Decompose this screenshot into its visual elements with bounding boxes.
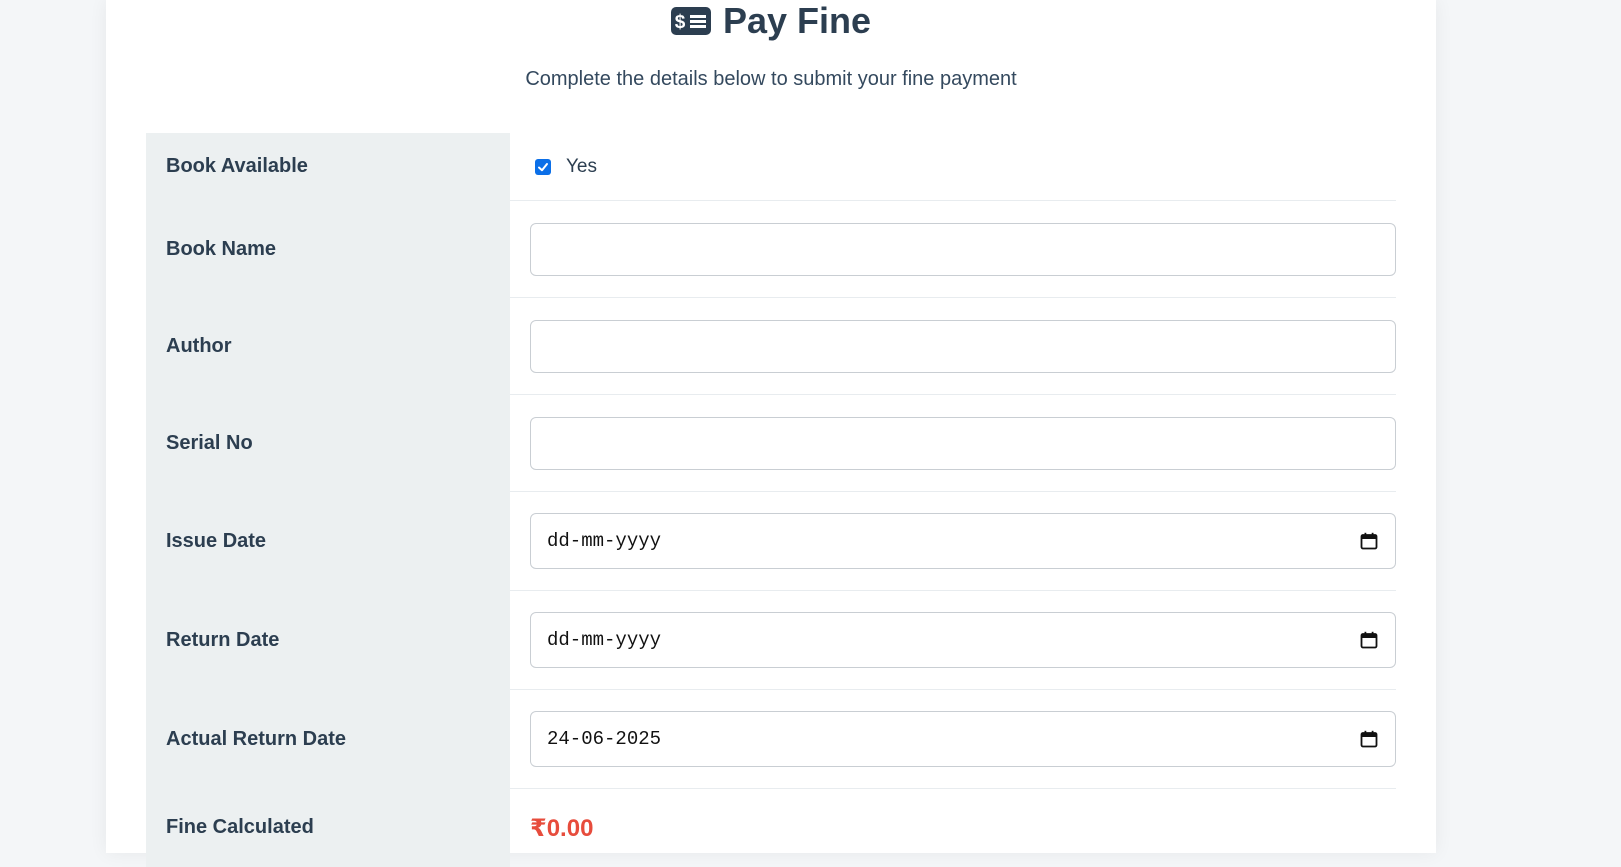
svg-text:$: $: [675, 12, 686, 33]
calendar-icon[interactable]: [1359, 630, 1379, 650]
page-subtitle: Complete the details below to submit you…: [106, 68, 1436, 91]
actual-return-date-input[interactable]: 24-06-2025: [530, 711, 1396, 767]
form-row-fine-calculated: Fine Calculated ₹0.00: [146, 789, 1396, 867]
form-row-issue-date: Issue Date dd-mm-yyyy: [146, 492, 1396, 591]
form-row-book-name: Book Name: [146, 201, 1396, 298]
fine-amount: ₹0.00: [530, 815, 593, 842]
book-available-option-label: Yes: [566, 156, 597, 178]
book-available-option[interactable]: Yes: [530, 156, 1396, 178]
form-row-return-date: Return Date dd-mm-yyyy: [146, 591, 1396, 690]
money-bill-icon: $: [671, 7, 711, 35]
form-row-book-available: Book Available Yes: [146, 133, 1396, 201]
issue-date-input[interactable]: dd-mm-yyyy: [530, 513, 1396, 569]
book-available-checkbox[interactable]: [535, 159, 551, 175]
form-row-serial-no: Serial No: [146, 395, 1396, 492]
check-icon: [537, 161, 549, 173]
form-row-author: Author: [146, 298, 1396, 395]
page-title: $ Pay Fine: [106, 0, 1436, 42]
author-input[interactable]: [530, 320, 1396, 373]
calendar-icon[interactable]: [1359, 531, 1379, 551]
book-name-input[interactable]: [530, 223, 1396, 276]
return-date-value: dd-mm-yyyy: [547, 629, 661, 651]
fine-form: Book Available Yes Book Name Author: [146, 133, 1396, 867]
book-name-label: Book Name: [146, 201, 510, 298]
page-title-text: Pay Fine: [723, 0, 871, 42]
author-label: Author: [146, 298, 510, 395]
actual-return-date-value: 24-06-2025: [547, 728, 661, 750]
return-date-label: Return Date: [146, 591, 510, 690]
pay-fine-card: $ Pay Fine Complete the details below to…: [106, 0, 1436, 853]
serial-no-label: Serial No: [146, 395, 510, 492]
return-date-input[interactable]: dd-mm-yyyy: [530, 612, 1396, 668]
form-row-actual-return-date: Actual Return Date 24-06-2025: [146, 690, 1396, 789]
calendar-icon[interactable]: [1359, 729, 1379, 749]
book-available-label: Book Available: [146, 133, 510, 201]
issue-date-label: Issue Date: [146, 492, 510, 591]
serial-no-input[interactable]: [530, 417, 1396, 470]
actual-return-date-label: Actual Return Date: [146, 690, 510, 789]
issue-date-value: dd-mm-yyyy: [547, 530, 661, 552]
fine-calculated-label: Fine Calculated: [146, 789, 510, 867]
